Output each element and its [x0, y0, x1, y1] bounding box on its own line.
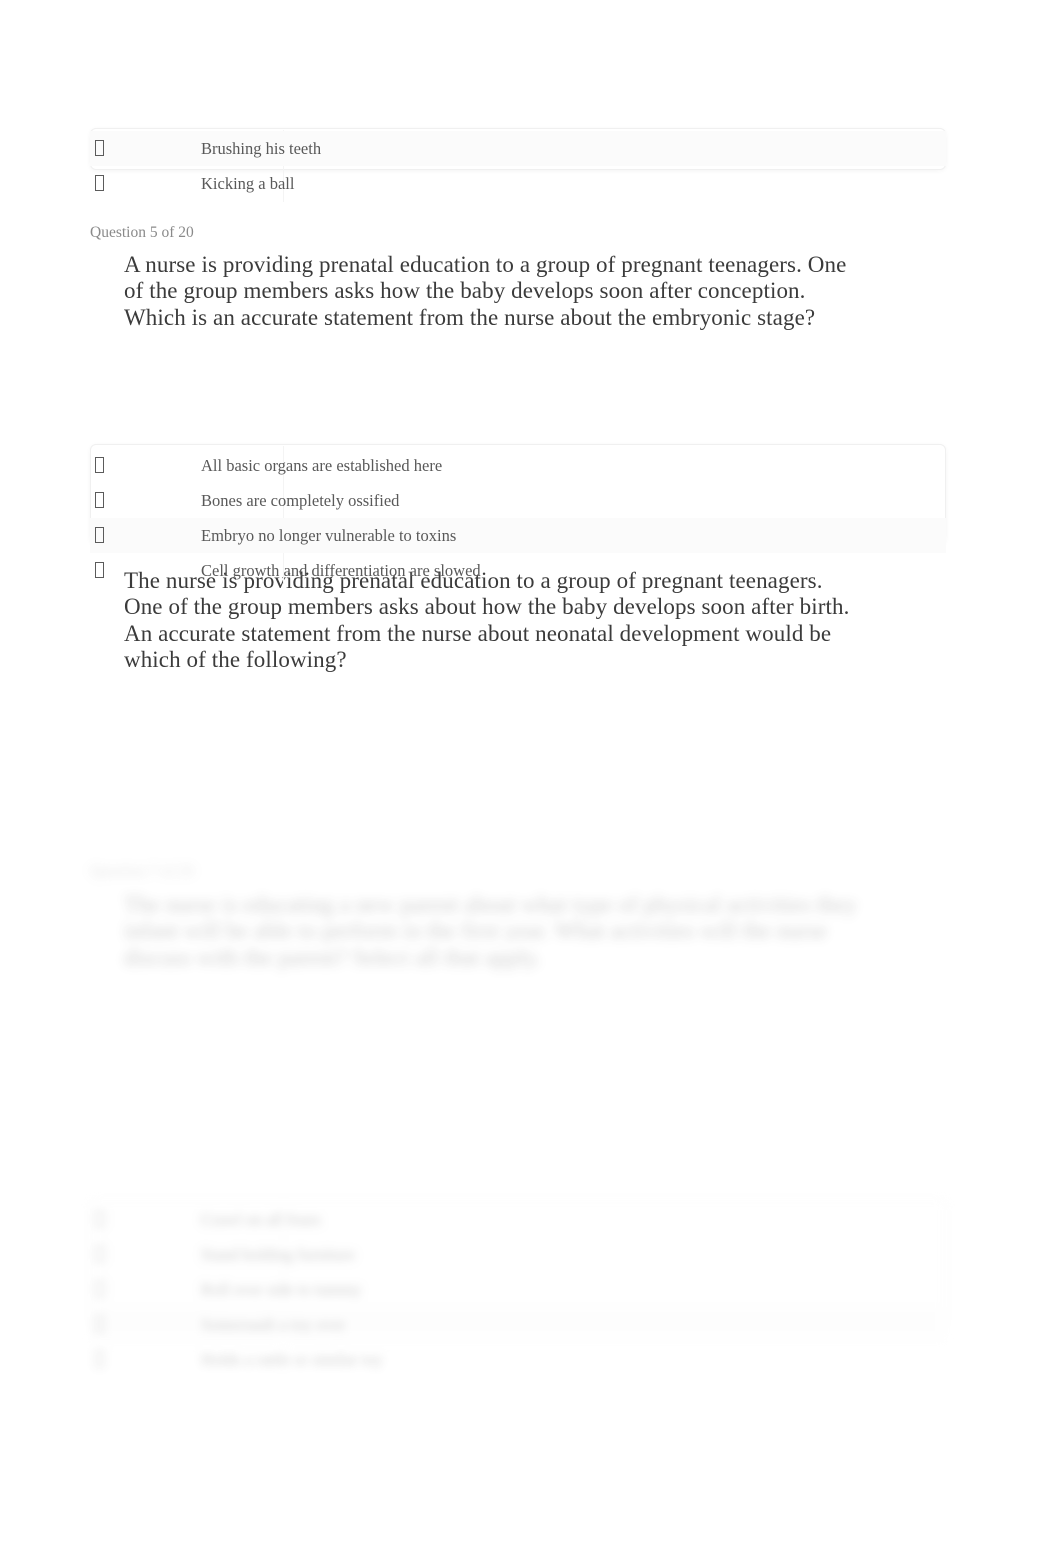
option-row[interactable]: Brushing his teeth [90, 131, 946, 166]
question-5-heading: Question 5 of 20 [90, 224, 194, 241]
missing-glyph-box-icon [95, 1211, 113, 1228]
question-7-heading: Question 7 of 20 [90, 863, 194, 880]
option-label: Embryo no longer vulnerable to toxins [201, 525, 457, 545]
document-page: Brushing his teeth Kicking a ball Questi… [0, 0, 1062, 1556]
top-options-group: Brushing his teeth Kicking a ball [90, 128, 946, 202]
option-label: Crawl on all fours [201, 1209, 321, 1229]
missing-glyph-box-icon [95, 527, 113, 544]
option-row[interactable]: Roll over side to tummy [90, 1272, 946, 1307]
option-row[interactable]: Cell growth and differentiation are slow… [90, 553, 946, 588]
option-row[interactable]: Holds a rattle or similar toy [90, 1342, 946, 1377]
missing-glyph-box-icon [95, 1351, 113, 1368]
option-label: Somersault a toy over [201, 1314, 346, 1334]
missing-glyph-box-icon [95, 492, 113, 509]
missing-glyph-box-icon [95, 1281, 113, 1298]
option-row[interactable]: Embryo no longer vulnerable to toxins [90, 518, 946, 553]
option-label: Holds a rattle or similar toy [201, 1349, 383, 1369]
question-5-options-group: All basic organs are established here Bo… [90, 444, 946, 584]
option-row[interactable]: Kicking a ball [90, 166, 946, 201]
option-label: Bones are completely ossified [201, 490, 400, 510]
option-row[interactable]: Crawl on all fours [90, 1202, 946, 1237]
option-row[interactable]: Bones are completely ossified [90, 483, 946, 518]
question-7-heading-wrap: Question 7 of 20 [90, 862, 946, 882]
option-row[interactable]: Stand holding furniture [90, 1237, 946, 1272]
option-row[interactable]: Somersault a toy over [90, 1307, 946, 1342]
option-label: All basic organs are established here [201, 455, 443, 475]
option-label: Stand holding furniture [201, 1244, 355, 1264]
option-label: Brushing his teeth [201, 138, 322, 158]
missing-glyph-box-icon [95, 562, 113, 579]
question-5-text: A nurse is providing prenatal education … [124, 252, 847, 330]
option-label: Kicking a ball [201, 173, 295, 193]
missing-glyph-box-icon [95, 1246, 113, 1263]
missing-glyph-box-icon [95, 140, 113, 157]
option-label: Cell growth and differentiation are slow… [201, 560, 481, 580]
question-5-body-wrap: A nurse is providing prenatal education … [124, 252, 856, 331]
question-7-text: The nurse is educating a new parent abou… [124, 892, 857, 970]
question-7-body-wrap: The nurse is educating a new parent abou… [124, 892, 884, 971]
option-label: Roll over side to tummy [201, 1279, 362, 1299]
option-row[interactable]: All basic organs are established here [90, 448, 946, 483]
question-7-options-group: Crawl on all fours Stand holding furnitu… [90, 1198, 946, 1373]
missing-glyph-box-icon [95, 175, 113, 192]
question-5-heading-wrap: Question 5 of 20 [90, 223, 946, 243]
missing-glyph-box-icon [95, 457, 113, 474]
missing-glyph-box-icon [95, 1316, 113, 1333]
